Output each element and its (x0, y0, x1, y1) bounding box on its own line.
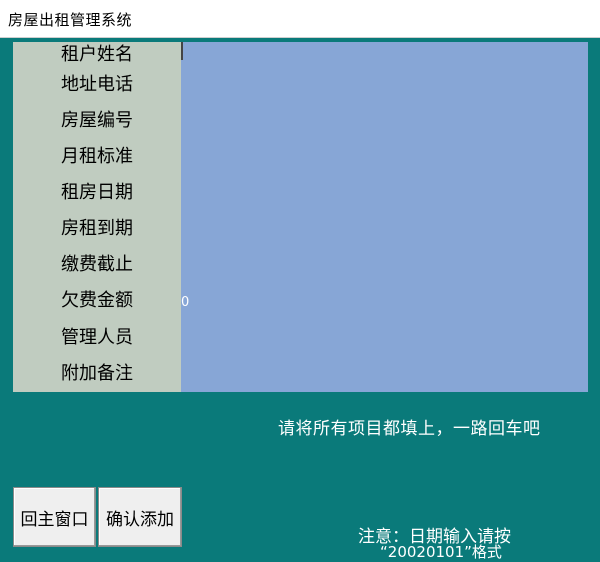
label-address-phone: 地址电话 (61, 74, 133, 95)
label-payment-deadline: 缴费截止 (61, 254, 133, 275)
title-bar: 房屋出租管理系统 (0, 0, 600, 38)
date-format-example: “20020101”格式 (380, 543, 502, 561)
label-notes: 附加备注 (61, 363, 133, 384)
back-to-main-button[interactable]: 回主窗口 (13, 487, 96, 547)
manager-input[interactable] (185, 327, 575, 349)
payment-deadline-input[interactable] (185, 254, 575, 276)
address-phone-input[interactable] (185, 74, 575, 96)
label-house-number: 房屋编号 (61, 110, 133, 131)
notes-input[interactable] (185, 363, 575, 385)
label-arrears-amount: 欠费金额 (61, 290, 133, 311)
label-rent-date: 租房日期 (61, 182, 133, 203)
house-number-input[interactable] (185, 110, 575, 132)
window-title: 房屋出租管理系统 (8, 11, 133, 29)
tenant-name-input[interactable] (185, 44, 575, 66)
label-monthly-rent: 月租标准 (61, 146, 133, 167)
arrears-amount-input[interactable] (181, 292, 571, 314)
rent-due-input[interactable] (185, 218, 575, 240)
monthly-rent-input[interactable] (185, 146, 575, 168)
confirm-add-button[interactable]: 确认添加 (98, 487, 182, 547)
fill-hint: 请将所有项目都填上，一路回车吧 (278, 419, 541, 439)
rent-date-input[interactable] (185, 182, 575, 204)
label-rent-due: 房租到期 (61, 218, 133, 239)
label-tenant-name: 租户姓名 (61, 44, 133, 65)
label-column: 租户姓名 地址电话 房屋编号 月租标准 租房日期 房租到期 缴费截止 欠费金额 … (13, 42, 181, 392)
text-cursor (181, 42, 183, 60)
entry-form: 租户姓名 地址电话 房屋编号 月租标准 租房日期 房租到期 缴费截止 欠费金额 … (13, 42, 588, 392)
label-manager: 管理人员 (61, 327, 133, 348)
